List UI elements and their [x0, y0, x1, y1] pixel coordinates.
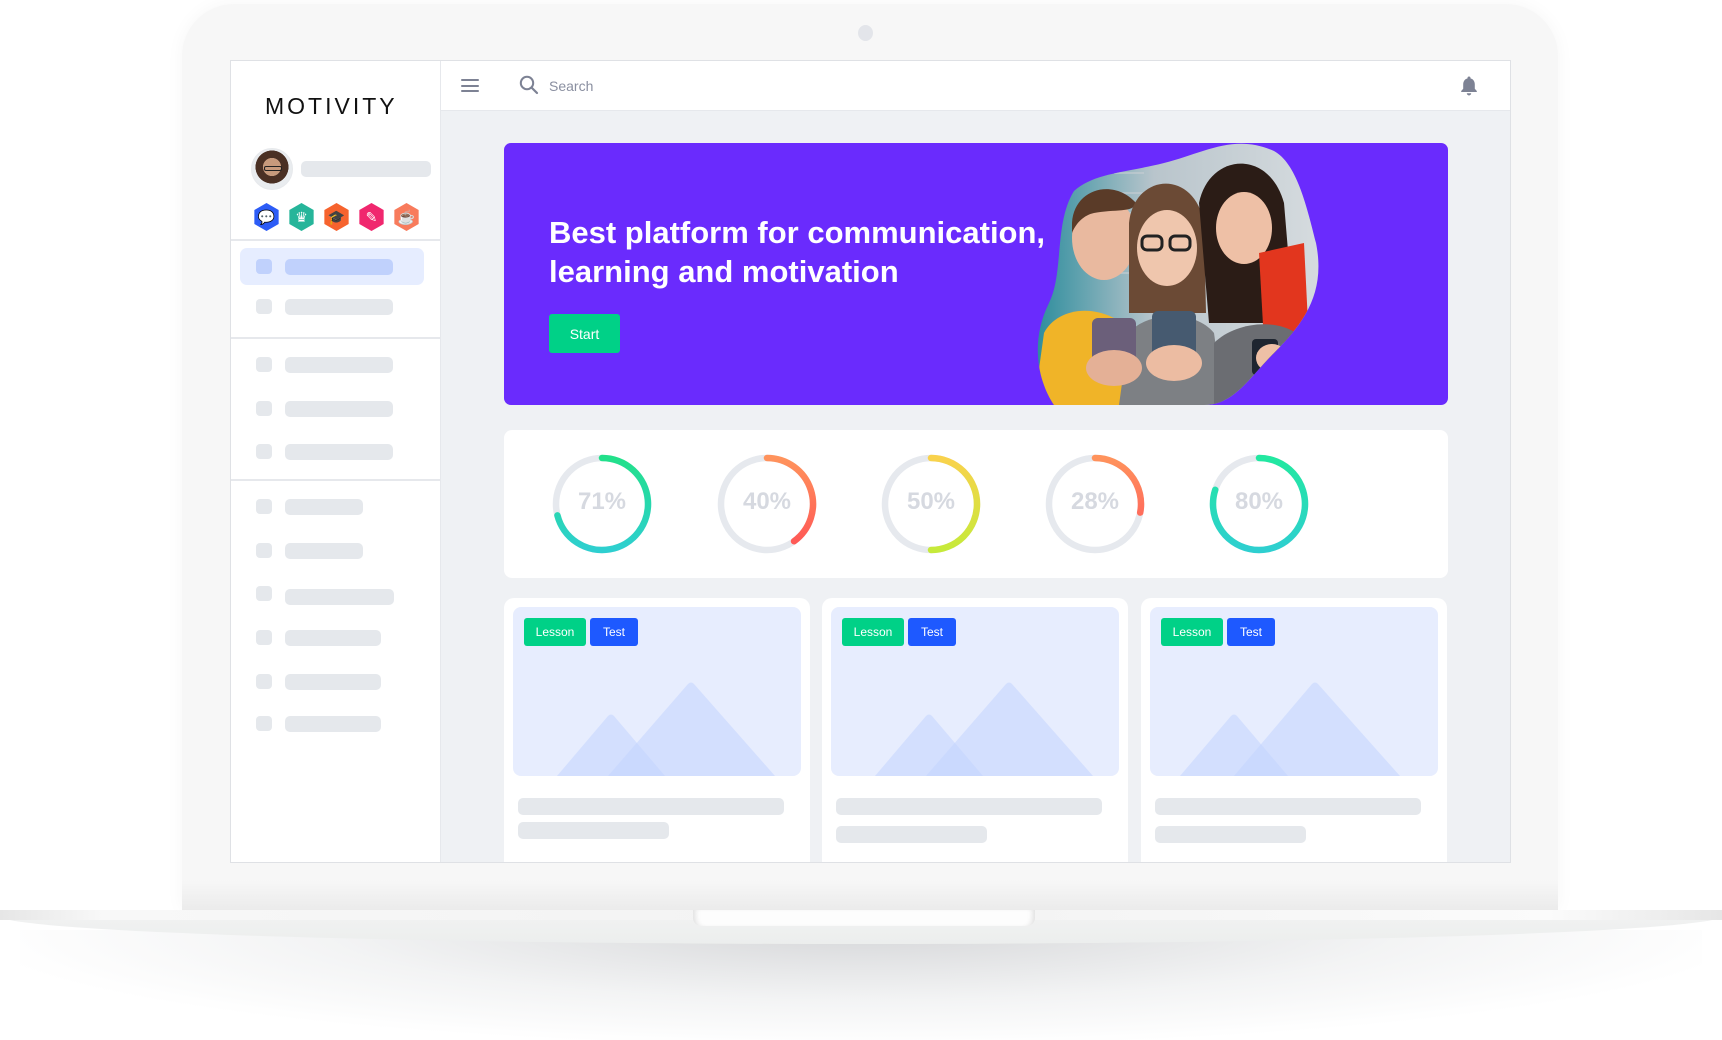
lesson-tag[interactable]: Lesson [524, 618, 586, 646]
chat-bubble-icon[interactable]: 💬 [254, 203, 279, 231]
laptop-mockup: MOTIVITY 💬 ♛ 🎓 ✎ ☕ Search Best platform … [0, 0, 1722, 1040]
test-tag[interactable]: Test [908, 618, 956, 646]
nav-label [285, 357, 393, 373]
progress-value: 80% [1234, 488, 1284, 515]
nav-icon [256, 357, 272, 372]
course-card[interactable]: Lesson Test [822, 598, 1128, 862]
sidebar-item-10[interactable] [240, 663, 424, 700]
hero-banner: Best platform for communication, learnin… [504, 143, 1448, 405]
card-title [836, 798, 1102, 815]
course-card[interactable]: Lesson Test [504, 598, 810, 862]
sidebar-item-4[interactable] [240, 390, 424, 427]
sidebar-divider [231, 337, 441, 339]
nav-label [285, 543, 363, 559]
nav-icon [256, 299, 272, 314]
brand-logo[interactable]: MOTIVITY [265, 93, 398, 120]
cup-icon[interactable]: ☕ [394, 203, 419, 231]
nav-label [285, 589, 394, 605]
lesson-tag[interactable]: Lesson [1161, 618, 1223, 646]
progress-value: 50% [906, 488, 956, 515]
progress-ring: 40% [713, 450, 821, 558]
course-card[interactable]: Lesson Test [1141, 598, 1447, 862]
nav-label [285, 259, 393, 275]
progress-value: 28% [1070, 488, 1120, 515]
lesson-tag[interactable]: Lesson [842, 618, 904, 646]
search-input[interactable] [549, 73, 949, 99]
nav-label [285, 716, 381, 732]
nav-icon [256, 716, 272, 731]
card-title [518, 798, 784, 815]
card-subtitle [518, 822, 669, 839]
sidebar-item-9[interactable] [240, 619, 424, 656]
banner-title: Best platform for communication, learnin… [549, 215, 1046, 289]
progress-ring: 28% [1041, 450, 1149, 558]
nav-label [285, 630, 381, 646]
progress-value: 40% [742, 488, 792, 515]
students-with-phones-photo [1037, 143, 1319, 405]
pencil-icon[interactable]: ✎ [359, 203, 384, 231]
card-image: Lesson Test [831, 607, 1119, 776]
nav-icon [256, 674, 272, 689]
nav-label [285, 444, 393, 460]
progress-ring: 71% [548, 450, 656, 558]
graduation-cap-icon[interactable]: 🎓 [324, 203, 349, 231]
nav-icon [256, 630, 272, 645]
avatar-glasses [264, 166, 282, 171]
card-subtitle [1155, 826, 1306, 843]
card-title [1155, 798, 1421, 815]
nav-label [285, 299, 393, 315]
nav-icon [256, 401, 272, 416]
avatar[interactable] [251, 148, 293, 190]
sidebar-item-5[interactable] [240, 433, 424, 470]
nav-icon [256, 586, 272, 601]
sidebar-item-7[interactable] [240, 532, 424, 569]
sidebar-divider [231, 479, 441, 481]
test-tag[interactable]: Test [590, 618, 638, 646]
laptop-notch [693, 910, 1035, 926]
nav-icon [256, 543, 272, 558]
progress-ring: 80% [1205, 450, 1313, 558]
progress-value: 71% [577, 488, 627, 515]
hamburger-menu-icon[interactable] [461, 79, 479, 92]
sidebar: MOTIVITY 💬 ♛ 🎓 ✎ ☕ [231, 61, 441, 862]
user-name-placeholder [301, 161, 431, 177]
nav-label [285, 499, 363, 515]
nav-icon [256, 259, 272, 274]
achievement-badges: 💬 ♛ 🎓 ✎ ☕ [253, 203, 420, 231]
test-tag[interactable]: Test [1227, 618, 1275, 646]
sidebar-item-1[interactable] [240, 248, 424, 285]
laptop-lid-bezel [182, 880, 1558, 910]
top-bar [441, 61, 1510, 111]
start-button[interactable]: Start [549, 314, 620, 353]
sidebar-item-3[interactable] [240, 346, 424, 383]
progress-ring: 50% [877, 450, 985, 558]
nav-label [285, 401, 393, 417]
nav-label [285, 674, 381, 690]
card-image: Lesson Test [513, 607, 801, 776]
card-image: Lesson Test [1150, 607, 1438, 776]
sidebar-item-11[interactable] [240, 705, 424, 742]
crown-icon[interactable]: ♛ [289, 203, 314, 231]
camera-icon [858, 25, 873, 41]
sidebar-item-2[interactable] [240, 288, 424, 325]
sidebar-divider [231, 239, 441, 241]
sidebar-item-6[interactable] [240, 488, 424, 525]
bell-icon[interactable] [1459, 75, 1479, 97]
card-subtitle [836, 826, 987, 843]
nav-icon [256, 499, 272, 514]
progress-panel: 71% 40% 50% 28% 80% [504, 430, 1448, 578]
sidebar-item-8[interactable] [240, 575, 424, 612]
laptop-shadow [20, 930, 1702, 1040]
nav-icon [256, 444, 272, 459]
app-screen: MOTIVITY 💬 ♛ 🎓 ✎ ☕ Search Best platform … [230, 60, 1511, 863]
search-icon[interactable] [518, 74, 540, 96]
